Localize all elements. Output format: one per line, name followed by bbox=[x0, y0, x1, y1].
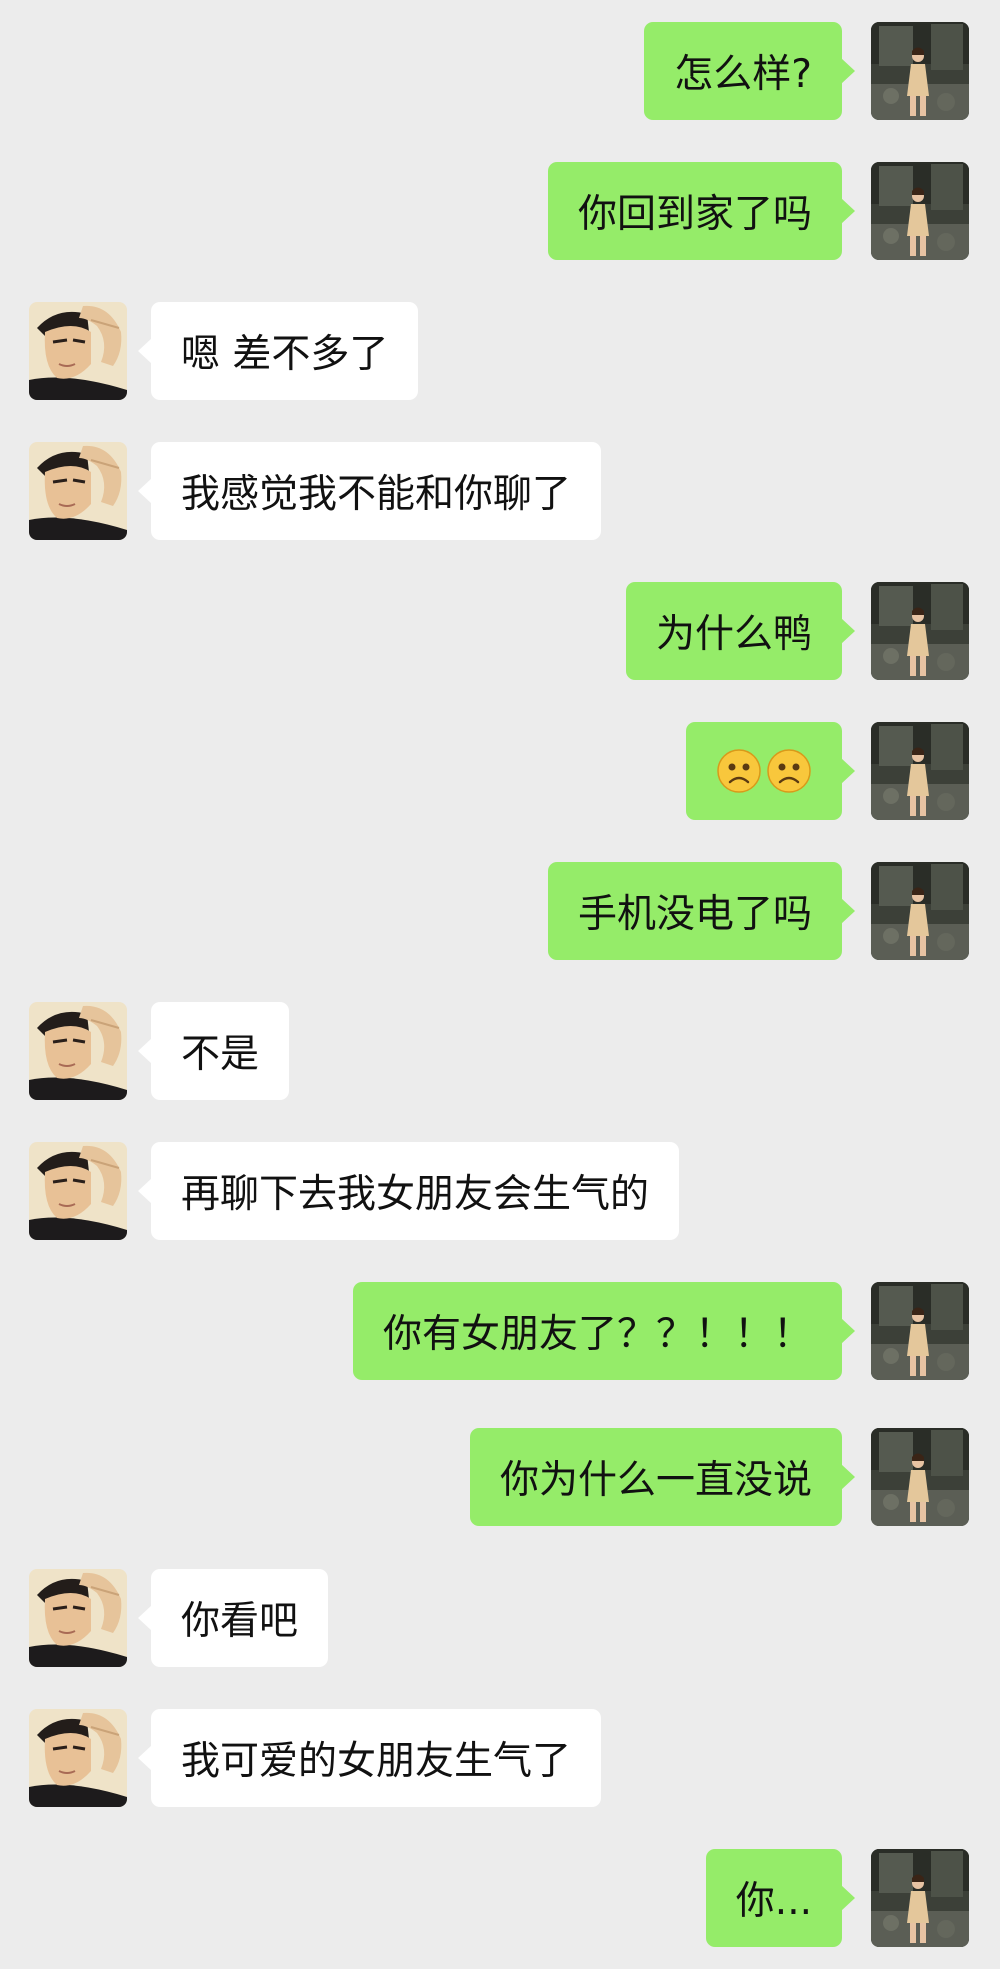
my-avatar[interactable] bbox=[871, 1282, 969, 1380]
message-bubble-incoming[interactable]: 你看吧 bbox=[137, 1569, 329, 1667]
my-avatar[interactable] bbox=[871, 1849, 969, 1947]
message-row-incoming: 我可爱的女朋友生气了 bbox=[0, 1709, 1000, 1807]
frowning-face-icon bbox=[716, 748, 762, 794]
message-row-outgoing: 怎么样? bbox=[0, 22, 1000, 120]
message-bubble-outgoing[interactable]: 你为什么一直没说 bbox=[469, 1428, 856, 1526]
my-avatar[interactable] bbox=[871, 582, 969, 680]
contact-avatar[interactable] bbox=[29, 302, 127, 400]
message-row-outgoing: 手机没电了吗 bbox=[0, 862, 1000, 960]
my-avatar[interactable] bbox=[871, 162, 969, 260]
message-row-incoming: 不是 bbox=[0, 1002, 1000, 1100]
contact-avatar[interactable] bbox=[29, 1142, 127, 1240]
message-row-incoming: 再聊下去我女朋友会生气的 bbox=[0, 1142, 1000, 1240]
my-avatar[interactable] bbox=[871, 1428, 969, 1526]
message-row-incoming: 你看吧 bbox=[0, 1569, 1000, 1667]
message-bubble-incoming[interactable]: 嗯 差不多了 bbox=[137, 302, 419, 400]
message-row-incoming: 我感觉我不能和你聊了 bbox=[0, 442, 1000, 540]
message-row-outgoing bbox=[0, 722, 1000, 820]
message-bubble-outgoing[interactable]: 你有女朋友了？？！！！ bbox=[352, 1282, 856, 1380]
my-avatar[interactable] bbox=[871, 722, 969, 820]
message-row-outgoing: 你回到家了吗 bbox=[0, 162, 1000, 260]
contact-avatar[interactable] bbox=[29, 442, 127, 540]
message-bubble-outgoing-emoji[interactable] bbox=[686, 722, 855, 820]
message-bubble-outgoing[interactable]: 你回到家了吗 bbox=[547, 162, 856, 260]
message-bubble-incoming[interactable]: 我可爱的女朋友生气了 bbox=[137, 1709, 602, 1807]
message-bubble-incoming[interactable]: 再聊下去我女朋友会生气的 bbox=[137, 1142, 680, 1240]
message-row-outgoing: 你有女朋友了？？！！！ bbox=[0, 1282, 1000, 1380]
frowning-face-icon bbox=[766, 748, 812, 794]
message-bubble-outgoing[interactable]: 为什么鸭 bbox=[625, 582, 856, 680]
message-row-outgoing: 你为什么一直没说 bbox=[0, 1428, 1000, 1526]
my-avatar[interactable] bbox=[871, 862, 969, 960]
message-bubble-outgoing[interactable]: 怎么样? bbox=[644, 22, 855, 120]
message-bubble-outgoing[interactable]: 手机没电了吗 bbox=[547, 862, 856, 960]
contact-avatar[interactable] bbox=[29, 1002, 127, 1100]
message-bubble-incoming[interactable]: 我感觉我不能和你聊了 bbox=[137, 442, 602, 540]
message-row-outgoing: 你... bbox=[0, 1849, 1000, 1947]
my-avatar[interactable] bbox=[871, 22, 969, 120]
contact-avatar[interactable] bbox=[29, 1709, 127, 1807]
message-bubble-outgoing[interactable]: 你... bbox=[705, 1849, 856, 1947]
message-row-incoming: 嗯 差不多了 bbox=[0, 302, 1000, 400]
message-row-outgoing: 为什么鸭 bbox=[0, 582, 1000, 680]
message-bubble-incoming[interactable]: 不是 bbox=[137, 1002, 290, 1100]
contact-avatar[interactable] bbox=[29, 1569, 127, 1667]
